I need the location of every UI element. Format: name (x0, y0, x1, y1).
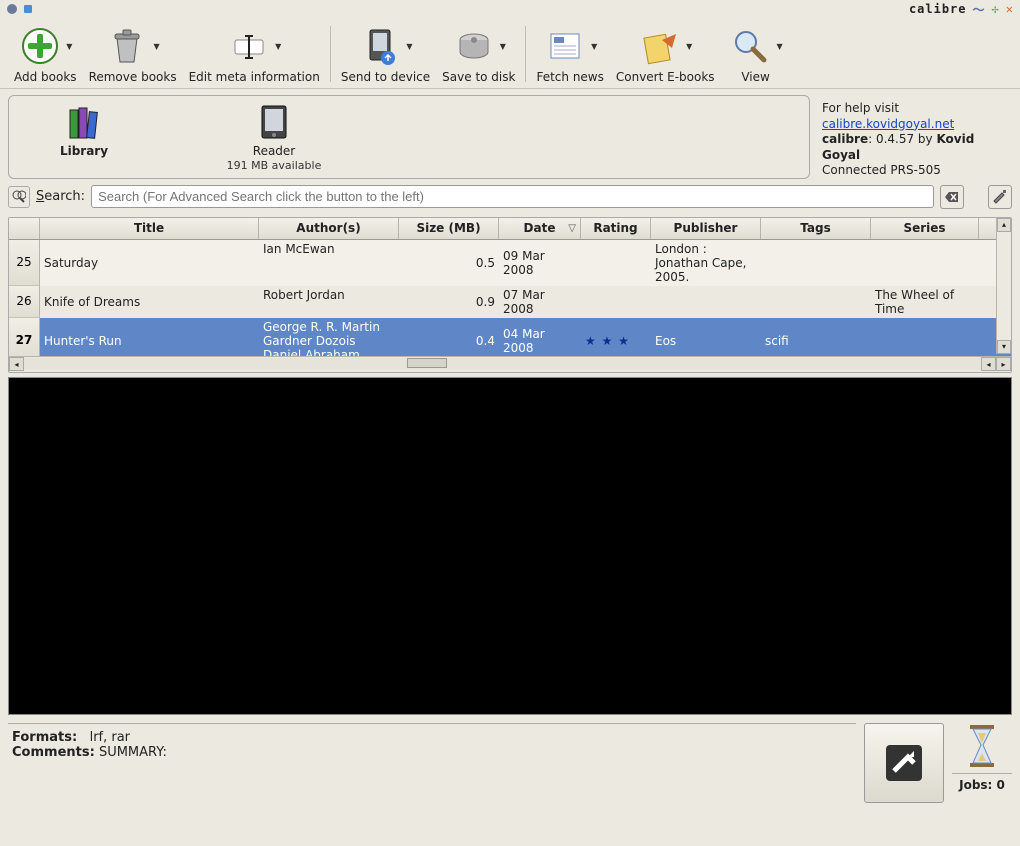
row-number: 26 (9, 286, 40, 318)
location-library[interactable]: Library (19, 102, 149, 174)
convert-button[interactable]: ▼ Convert E-books (610, 22, 721, 84)
textedit-icon (227, 24, 271, 68)
chevron-down-icon[interactable]: ▼ (591, 42, 597, 51)
cell-rating (581, 240, 651, 286)
col-publisher[interactable]: Publisher (651, 218, 761, 239)
search-bar: Search: (8, 185, 1012, 209)
scroll-thumb[interactable] (407, 358, 447, 368)
cell-date: 07 Mar 2008 (499, 286, 581, 318)
col-date[interactable]: Date (499, 218, 581, 239)
col-rating[interactable]: Rating (581, 218, 651, 239)
remove-books-button[interactable]: ▼ Remove books (83, 22, 183, 84)
chevron-down-icon[interactable]: ▼ (406, 42, 412, 51)
col-title[interactable]: Title (40, 218, 259, 239)
main-toolbar: ▼ Add books ▼ Remove books ▼ Edit meta i… (0, 18, 1020, 89)
cell-author: Ian McEwan (259, 240, 399, 286)
book-mini-icon (22, 3, 34, 15)
harddrive-icon (452, 24, 496, 68)
device-sync-icon (358, 24, 402, 68)
window-titlebar: calibre 〜 ✢ ✕ (0, 0, 1020, 18)
newspaper-icon (543, 24, 587, 68)
table-row[interactable]: 25SaturdayIan McEwan0.509 Mar 2008 London… (9, 240, 1011, 286)
cell-date: 09 Mar 2008 (499, 240, 581, 286)
window-minimize-icon[interactable]: 〜 (973, 1, 986, 18)
table-header: Title Author(s) Size (MB) Date Rating Pu… (9, 218, 1011, 240)
window-close-icon[interactable]: ✕ (1006, 2, 1014, 16)
cell-tags (761, 240, 871, 286)
table-vscroll[interactable]: ▴ ▾ (996, 218, 1011, 354)
search-clear-button[interactable] (940, 185, 964, 209)
fetch-news-button[interactable]: ▼ Fetch news (530, 22, 609, 84)
app-name: calibre (909, 2, 967, 16)
row-number: 25 (9, 240, 40, 286)
cell-publisher: London : Jonathan Cape, 2005. (651, 240, 761, 286)
toolbar-separator (525, 26, 526, 82)
cell-title: Knife of Dreams (40, 286, 259, 318)
cell-size: 0.9 (399, 286, 499, 318)
advanced-search-button[interactable] (8, 186, 30, 208)
col-size[interactable]: Size (MB) (399, 218, 499, 239)
toolbar-separator (330, 26, 331, 82)
chevron-down-icon[interactable]: ▼ (776, 42, 782, 51)
chevron-down-icon[interactable]: ▼ (500, 42, 506, 51)
scroll-down-icon[interactable]: ▾ (997, 340, 1011, 354)
col-rownum[interactable] (9, 218, 40, 239)
trash-icon (105, 24, 149, 68)
cell-tags (761, 286, 871, 318)
search-label: Search: (36, 189, 85, 204)
cell-series: The Wheel of Time (871, 286, 979, 318)
magnifier-icon (728, 24, 772, 68)
send-device-button[interactable]: ▼ Send to device (335, 22, 436, 84)
scroll-left2-icon[interactable]: ◂ (981, 357, 996, 371)
location-reader[interactable]: Reader 191 MB available (209, 102, 339, 174)
save-disk-button[interactable]: ▼ Save to disk (436, 22, 521, 84)
add-books-button[interactable]: ▼ Add books (8, 22, 83, 84)
col-author[interactable]: Author(s) (259, 218, 399, 239)
scroll-up-icon[interactable]: ▴ (997, 218, 1011, 232)
configure-button[interactable] (988, 185, 1012, 209)
cell-size: 0.5 (399, 240, 499, 286)
col-series[interactable]: Series (871, 218, 979, 239)
plus-icon (18, 24, 62, 68)
app-icon (6, 3, 18, 15)
view-button[interactable]: ▼ View (721, 22, 791, 84)
cell-series (871, 240, 979, 286)
jobs-label: Jobs: 0 (952, 773, 1012, 792)
book-details: Formats: lrf, rar Comments: SUMMARY: (8, 723, 856, 764)
cell-author: Robert Jordan (259, 286, 399, 318)
book-table: Title Author(s) Size (MB) Date Rating Pu… (8, 217, 1012, 373)
window-maximize-icon[interactable]: ✢ (992, 2, 1000, 16)
books-icon (64, 102, 104, 142)
search-input[interactable] (91, 185, 934, 208)
edit-meta-button[interactable]: ▼ Edit meta information (183, 22, 326, 84)
col-tags[interactable]: Tags (761, 218, 871, 239)
cover-thumbnail[interactable] (864, 723, 944, 803)
help-panel: For help visit calibre.kovidgoyal.net ca… (816, 95, 1012, 179)
chevron-down-icon[interactable]: ▼ (153, 42, 159, 51)
scroll-right-icon[interactable]: ▸ (996, 357, 1011, 371)
cell-title: Saturday (40, 240, 259, 286)
convert-icon (638, 24, 682, 68)
ereader-icon (254, 102, 294, 142)
chevron-down-icon[interactable]: ▼ (686, 42, 692, 51)
jobs-panel[interactable]: Jobs: 0 (952, 723, 1012, 792)
table-hscroll[interactable]: ◂ ◂ ▸ (9, 356, 1011, 372)
hourglass-icon (964, 723, 1000, 769)
table-row[interactable]: 26Knife of DreamsRobert Jordan0.907 Mar … (9, 286, 1011, 318)
cell-rating (581, 286, 651, 318)
help-link[interactable]: calibre.kovidgoyal.net (822, 117, 954, 131)
scroll-left-icon[interactable]: ◂ (9, 357, 24, 371)
location-panel: Library Reader 191 MB available (8, 95, 810, 179)
preview-pane (8, 377, 1012, 715)
chevron-down-icon[interactable]: ▼ (66, 42, 72, 51)
cell-publisher (651, 286, 761, 318)
chevron-down-icon[interactable]: ▼ (275, 42, 281, 51)
